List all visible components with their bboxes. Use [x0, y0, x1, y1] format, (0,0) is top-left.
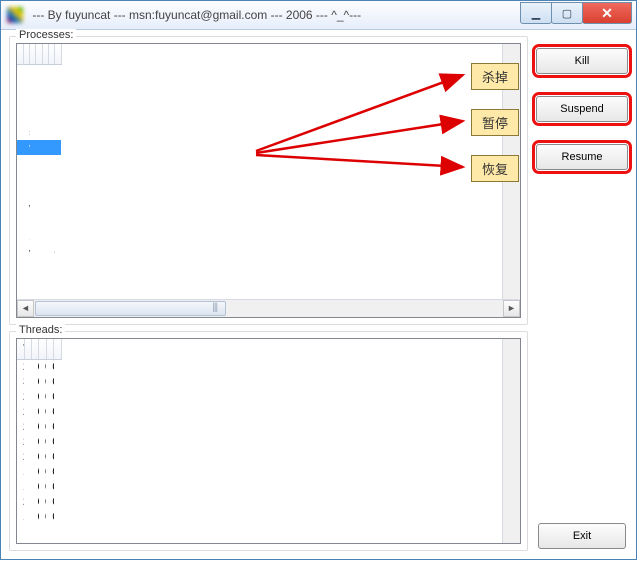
table-row[interactable]: 366800.000.00 — [17, 260, 61, 275]
table-row[interactable]: 266400.000.00 — [17, 155, 61, 170]
callout-suspend: 暂停 — [471, 109, 519, 136]
table-row[interactable]: 21280.000.00 — [17, 95, 61, 110]
scroll-right-icon[interactable]: ► — [503, 300, 520, 317]
col-name-thr[interactable]: Name — [24, 339, 31, 360]
side-buttons: Kill Suspend Resume — [536, 36, 628, 551]
table-row[interactable]: 2488smax4pnp.exe0d 7h 36m 35s0.000.00 — [17, 125, 61, 140]
threads-label: Threads: — [16, 324, 65, 336]
col-empty-thr[interactable] — [54, 339, 61, 360]
threads-header[interactable]: TID... Name Running Time Kernel CPU(... … — [17, 339, 61, 360]
table-row[interactable]: 2984TIM.exe0d 7h 24m 49s0.000.0017715 — [17, 290, 61, 293]
processes-header[interactable]: PID... Name Running Time Kernel CPU(... … — [17, 44, 61, 65]
processes-hscroll[interactable]: ◄ ► — [17, 299, 520, 317]
table-row[interactable]: 15440.00 — [17, 65, 61, 80]
title-bar[interactable]: --- By fuyuncat --- msn:fuyuncat@gmail.c… — [1, 1, 636, 30]
processes-list[interactable]: PID... Name Running Time Kernel CPU(... … — [16, 43, 521, 318]
table-row[interactable]: 23120d 7h 36m 17s0.000.00 — [17, 405, 61, 420]
main-window: --- By fuyuncat --- msn:fuyuncat@gmail.c… — [0, 0, 637, 560]
table-row[interactable]: 29920d 7h 36m 28s0.000.00 — [17, 360, 61, 375]
table-row[interactable]: 30640d 7h 36m 18s0.000.00 — [17, 375, 61, 390]
table-row[interactable]: 24360d 7h 36m 16s0.000.00 — [17, 450, 61, 465]
col-running-time-thr[interactable]: Running Time — [32, 339, 39, 360]
threads-vscroll[interactable] — [502, 339, 520, 543]
maximize-button[interactable]: ▢ — [551, 2, 583, 24]
table-row[interactable]: 2988wps.exe0d 7h 36m 28s0.000.00759 — [17, 140, 61, 155]
resume-button[interactable]: Resume — [536, 144, 628, 170]
callout-resume: 恢复 — [471, 155, 519, 182]
scroll-left-icon[interactable]: ◄ — [17, 300, 34, 317]
threads-group: Threads: TID... Name Running Time Kernel… — [9, 331, 528, 551]
close-button[interactable]: ✕ — [582, 2, 632, 24]
table-row[interactable]: 15560d 7h 36m 14s0.000.00 — [17, 510, 61, 524]
col-kernel-cpu-thr[interactable]: Kernel CPU(... — [39, 339, 46, 360]
table-row[interactable]: 4956PopWndLog.exe0d 7h 33m 2s0.000.00131… — [17, 275, 61, 290]
col-tid[interactable]: TID... — [17, 339, 24, 360]
table-row[interactable]: 20600.000.00 — [17, 80, 61, 95]
minimize-button[interactable]: ▁ — [520, 2, 552, 24]
callout-kill: 杀掉 — [471, 63, 519, 90]
processes-label: Processes: — [16, 29, 76, 41]
scroll-thumb[interactable] — [35, 301, 226, 316]
table-row[interactable]: 23320d 7h 36m 17s0.000.00 — [17, 420, 61, 435]
table-row[interactable]: 23720.000.00 — [17, 110, 61, 125]
table-row[interactable]: 24840d 7h 36m 14s0.000.00 — [17, 495, 61, 510]
exit-button[interactable]: Exit — [538, 523, 626, 549]
table-row[interactable]: 21520d 7h 36m 18s0.000.00 — [17, 390, 61, 405]
kill-button[interactable]: Kill — [536, 48, 628, 74]
table-row[interactable]: 31120.000.00 — [17, 185, 61, 200]
table-row[interactable]: 24000d 7h 36m 16s0.000.00 — [17, 435, 61, 450]
col-user-cpu-thr[interactable]: User CPU(P... — [46, 339, 53, 360]
processes-group: Processes: PID... Name Running Time Kern… — [9, 36, 528, 325]
window-title: --- By fuyuncat --- msn:fuyuncat@gmail.c… — [29, 8, 521, 22]
table-row[interactable]: 18880d 7h 36m 14s0.000.00 — [17, 465, 61, 480]
table-row[interactable]: 24320.000.00 — [17, 170, 61, 185]
table-row[interactable]: 3584SogouCloud.exe0d 7h 35m 44s0.000.001… — [17, 230, 61, 245]
table-row[interactable]: 1652wps.exe0d 7h 35m 19s0.000.00062 — [17, 245, 61, 260]
window-controls: ▁ ▢ ✕ — [521, 2, 632, 24]
col-r[interactable]: R... — [55, 44, 61, 65]
table-row[interactable]: 14680d 7h 36m 14s0.000.00 — [17, 480, 61, 495]
app-icon — [7, 7, 23, 23]
suspend-button[interactable]: Suspend — [536, 96, 628, 122]
table-row[interactable]: 3344wpscenter.exe0d 7h 35m 50s0.000.0014… — [17, 200, 61, 215]
table-row[interactable]: 33920.00 — [17, 215, 61, 230]
threads-list[interactable]: TID... Name Running Time Kernel CPU(... … — [16, 338, 521, 544]
